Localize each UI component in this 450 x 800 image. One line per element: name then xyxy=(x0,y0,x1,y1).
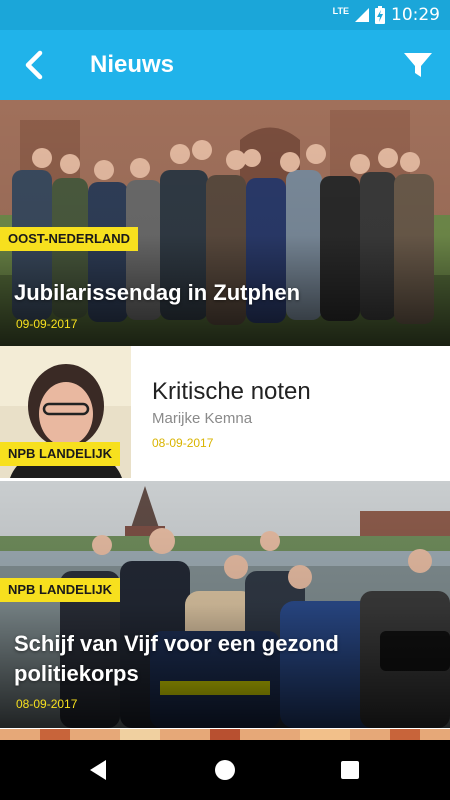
nav-home-button[interactable] xyxy=(205,750,245,790)
news-card[interactable]: NPB LANDELIJK Kritische noten Marijke Ke… xyxy=(0,346,450,481)
article-author: Marijke Kemna xyxy=(152,410,253,427)
article-date: 08-09-2017 xyxy=(152,436,214,450)
clock: 10:29 xyxy=(391,5,440,25)
back-button[interactable] xyxy=(14,45,54,85)
system-nav-bar xyxy=(0,740,450,800)
category-tag: NPB LANDELIJK xyxy=(0,578,121,602)
article-date: 09-09-2017 xyxy=(16,317,78,331)
category-tag: OOST-NEDERLAND xyxy=(0,227,139,251)
signal-icon xyxy=(355,8,369,22)
category-tag: NPB LANDELIJK xyxy=(0,442,121,466)
chevron-left-icon xyxy=(25,50,43,80)
news-feed[interactable]: OOST-NEDERLAND Jubilarissendag in Zutphe… xyxy=(0,100,450,740)
circle-home-icon xyxy=(215,760,235,780)
triangle-back-icon xyxy=(90,760,106,780)
article-image xyxy=(0,100,450,346)
nav-recents-button[interactable] xyxy=(330,750,370,790)
news-card[interactable]: NPB LANDELIJK Schijf van Vijf voor een g… xyxy=(0,481,450,728)
news-card[interactable]: OOST-NEDERLAND Jubilarissendag in Zutphe… xyxy=(0,100,450,346)
network-type: LTE xyxy=(332,6,349,16)
filter-icon xyxy=(404,53,432,77)
status-bar: LTE 10:29 xyxy=(0,0,450,30)
article-title: Kritische noten xyxy=(152,378,311,405)
article-date: 08-09-2017 xyxy=(16,697,78,711)
next-article-preview[interactable] xyxy=(0,728,450,740)
filter-button[interactable] xyxy=(398,45,438,85)
app-bar: Nieuws xyxy=(0,30,450,100)
article-title: Jubilarissendag in Zutphen xyxy=(14,280,301,305)
nav-back-button[interactable] xyxy=(78,750,118,790)
article-image xyxy=(0,481,450,728)
square-recents-icon xyxy=(341,761,359,779)
page-title: Nieuws xyxy=(90,51,175,78)
battery-charging-icon xyxy=(375,6,385,24)
article-title: Schijf van Vijf voor een gezond politiek… xyxy=(14,631,339,686)
